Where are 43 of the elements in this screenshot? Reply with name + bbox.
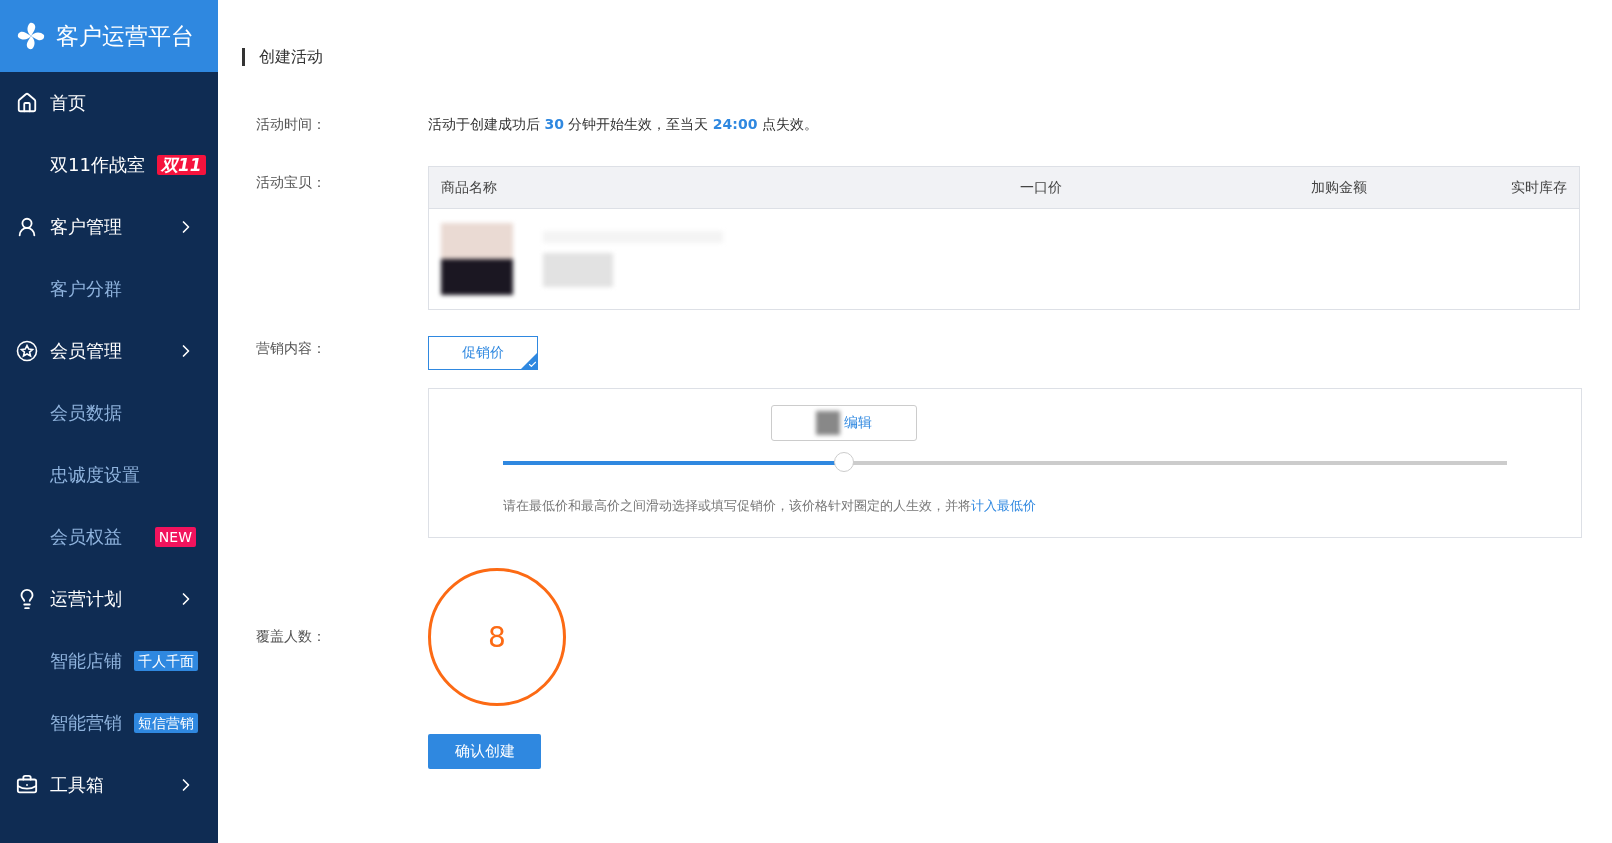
coverage-count: 8 (488, 620, 506, 654)
home-icon (16, 92, 38, 114)
edit-tooltip[interactable]: 编辑 (771, 405, 918, 441)
sidebar-item[interactable]: 会员管理 (0, 320, 218, 382)
blurred-text (816, 411, 841, 435)
column-header: 一口价 (1019, 178, 1062, 197)
star-circle-icon (16, 340, 38, 362)
sidebar-item[interactable]: 运营计划 (0, 568, 218, 630)
check-icon (528, 360, 537, 369)
menu-badge: 短信营销 (134, 713, 198, 733)
field-label: 活动宝贝： (255, 173, 327, 192)
sidebar-item[interactable]: 忠诚度设置 (0, 444, 218, 506)
sidebar-item[interactable]: 客户分群 (0, 258, 218, 320)
field-label: 营销内容： (255, 339, 327, 358)
sidebar-item[interactable]: 会员数据 (0, 382, 218, 444)
sidebar-item[interactable]: 双11作战室 双11 (0, 134, 218, 196)
column-header: 实时库存 (1510, 178, 1567, 197)
promo-option[interactable]: 促销价 (428, 336, 538, 370)
sidebar-item[interactable]: 会员权益 NEW (0, 506, 218, 568)
menu-badge: 双11 (156, 155, 206, 175)
slider-thumb[interactable] (834, 452, 855, 472)
sidebar-item[interactable]: 客户管理 (0, 196, 218, 258)
sidebar-item[interactable]: 智能店铺 千人千面 (0, 630, 218, 692)
column-header: 加购金额 (1310, 178, 1367, 197)
page-title: 创建活动 (242, 48, 1582, 66)
photo-placeholder (441, 223, 513, 295)
hint-text: 请在最低价和最高价之间滑动选择或填写促销价，该价格针对圈定的人生效，并将 (503, 498, 971, 513)
column-header: 商品名称 (441, 178, 498, 197)
sidebar-item[interactable]: 首页 (0, 72, 218, 134)
confirm-button[interactable]: 确认创建 (428, 734, 541, 769)
user-icon (16, 216, 38, 238)
platform-title: 客户运营平台 (56, 21, 194, 51)
menu-badge: 千人千面 (134, 651, 198, 671)
blurred-text (543, 253, 613, 287)
pinwheel-logo-icon (16, 21, 46, 51)
toolbox-icon (16, 774, 38, 796)
sidebar-item[interactable]: 智能营销 短信营销 (0, 692, 218, 754)
hint-link[interactable]: 计入最低价 (971, 498, 1036, 513)
field-label: 覆盖人数： (255, 628, 327, 646)
activity-time-text: 活动于创建成功后 30 分钟开始生效，至当天 24:00 点失效。 (428, 116, 818, 134)
field-label: 活动时间： (255, 116, 327, 134)
sidebar-item[interactable]: 工具箱 (0, 754, 218, 816)
menu-badge: NEW (154, 527, 196, 547)
